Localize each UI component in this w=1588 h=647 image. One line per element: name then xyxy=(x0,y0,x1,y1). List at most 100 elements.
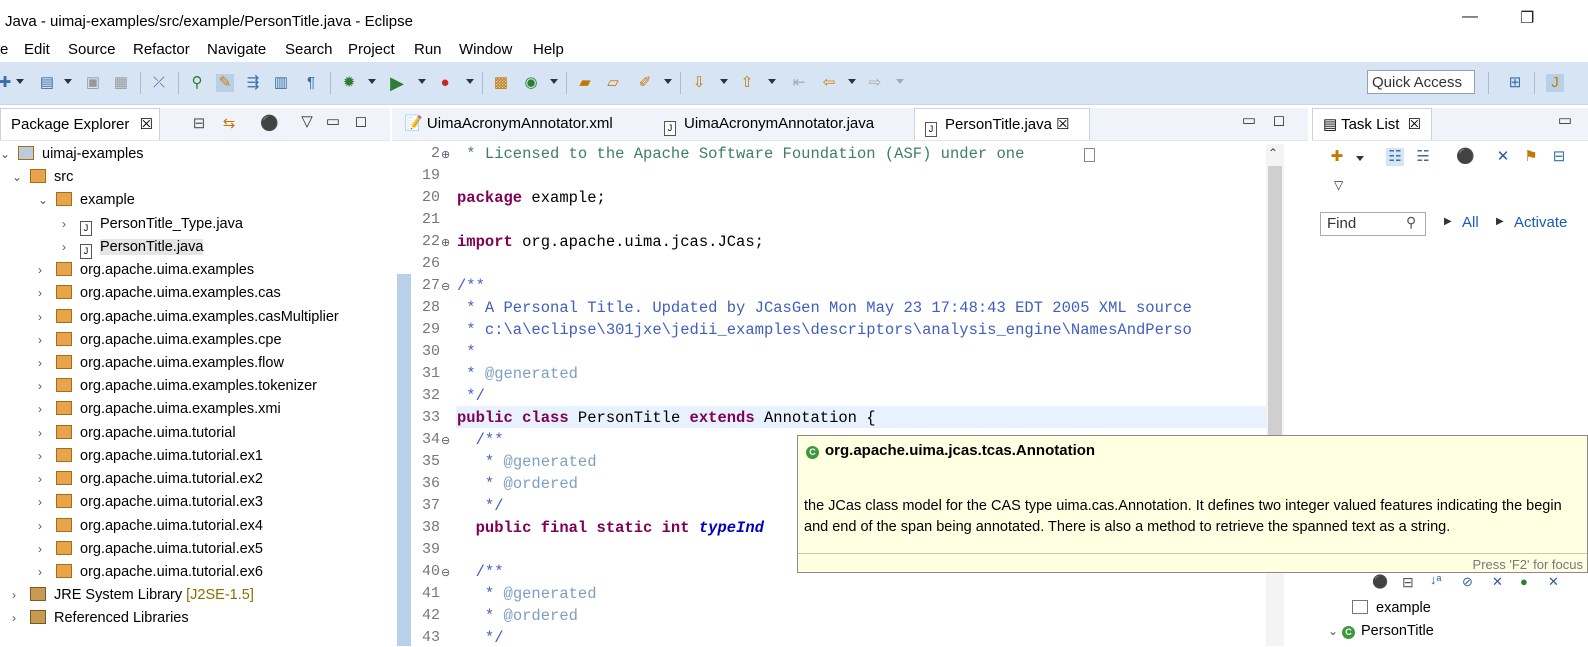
categorized-icon[interactable]: ☷ xyxy=(1386,148,1404,166)
outline-item-package[interactable]: example xyxy=(1352,597,1431,619)
back-icon[interactable]: ⇦ xyxy=(820,74,838,92)
sort-icon[interactable]: ↓ᵃ xyxy=(1430,572,1441,587)
tree-item-package[interactable]: › org.apache.uima.examples.casMultiplier xyxy=(38,306,339,328)
chevron-down-icon[interactable] xyxy=(768,79,776,84)
chevron-down-icon[interactable] xyxy=(550,79,558,84)
tree-item-package[interactable]: › org.apache.uima.tutorial.ex6 xyxy=(38,561,263,583)
tab-package-explorer[interactable]: Package Explorer ☒ xyxy=(0,108,160,140)
save-all-icon[interactable]: ▦ xyxy=(112,74,130,92)
last-edit-icon[interactable]: ⇤ xyxy=(790,74,808,92)
java-perspective-icon[interactable]: J xyxy=(1546,74,1564,92)
hide-completed-icon[interactable]: ✕ xyxy=(1494,148,1512,166)
maximize-view-icon[interactable]: ◻ xyxy=(1270,112,1288,130)
menu-run[interactable]: Run xyxy=(414,41,442,58)
run-icon[interactable]: ▶ xyxy=(388,74,406,92)
chevron-down-icon[interactable] xyxy=(16,79,24,84)
minimize-button[interactable]: — xyxy=(1462,8,1478,26)
link-with-editor-icon[interactable]: ⇆ xyxy=(220,115,238,133)
expand-fold-icon[interactable]: ⊕ xyxy=(441,148,450,161)
tree-item-package[interactable]: › org.apache.uima.tutorial.ex2 xyxy=(38,468,263,490)
pin-icon[interactable]: ⚲ xyxy=(188,74,206,92)
menu-project[interactable]: Project xyxy=(348,41,395,58)
focus-icon[interactable]: ⚑ xyxy=(1522,148,1540,166)
tree-item-package[interactable]: ⌄ example xyxy=(38,189,135,211)
menu-edit[interactable]: Edit xyxy=(24,41,50,58)
chevron-down-icon[interactable] xyxy=(368,79,376,84)
chevron-down-icon[interactable] xyxy=(466,79,474,84)
tree-item-package[interactable]: › org.apache.uima.tutorial.ex3 xyxy=(38,491,263,513)
chevron-down-icon[interactable] xyxy=(720,79,728,84)
skip-breakpoints-icon[interactable]: ⤫ xyxy=(150,74,168,92)
chevron-down-icon[interactable] xyxy=(418,79,426,84)
tree-item-package[interactable]: › org.apache.uima.examples.tokenizer xyxy=(38,375,317,397)
show-whitespace-icon[interactable]: ▥ xyxy=(272,74,290,92)
block-selection-icon[interactable]: ⇶ xyxy=(244,74,262,92)
scheduled-icon[interactable]: ☵ xyxy=(1414,148,1432,166)
menu-refactor[interactable]: Refactor xyxy=(133,41,190,58)
hide-static-icon[interactable]: ✕ xyxy=(1492,574,1503,590)
open-type-icon[interactable]: ▰ xyxy=(576,74,594,92)
collapse-all-icon[interactable]: ⊟ xyxy=(1550,148,1568,166)
chevron-down-icon[interactable] xyxy=(848,79,856,84)
collapse-fold-icon[interactable]: ⊖ xyxy=(441,566,450,579)
hide-fields-icon[interactable]: ⊘ xyxy=(1462,574,1473,590)
paragraph-icon[interactable]: ¶ xyxy=(302,74,320,92)
next-annotation-icon[interactable]: ⇩ xyxy=(690,74,708,92)
activate-link[interactable]: Activate xyxy=(1514,214,1567,231)
new-icon[interactable]: ✚ xyxy=(0,74,14,92)
tree-item-library[interactable]: › JRE System Library [J2SE-1.5] xyxy=(12,584,254,606)
tree-item-project[interactable]: ⌄ uimaj-examples xyxy=(0,143,144,165)
close-icon[interactable]: ☒ xyxy=(1056,116,1069,133)
editor-scrollbar-thumb[interactable] xyxy=(1268,166,1282,466)
chevron-down-icon[interactable] xyxy=(1356,156,1364,161)
menu-file[interactable]: e xyxy=(0,41,8,58)
menu-navigate[interactable]: Navigate xyxy=(207,41,266,58)
save-icon[interactable]: ▣ xyxy=(84,74,102,92)
tab-uima-acronym-xml[interactable]: 📝 UimaAcronymAnnotator.xml xyxy=(400,108,613,140)
collapse-all-icon[interactable]: ⊟ xyxy=(190,115,208,133)
folded-content-marker[interactable] xyxy=(1084,148,1095,162)
expand-fold-icon[interactable]: ⊕ xyxy=(441,236,450,249)
forward-icon[interactable]: ⇨ xyxy=(866,74,884,92)
minimize-view-icon[interactable]: ▭ xyxy=(1556,112,1574,130)
minimize-view-icon[interactable]: ▭ xyxy=(324,113,342,131)
tree-item-src[interactable]: ⌄ src xyxy=(12,166,73,188)
filter-icon[interactable]: ⚫ xyxy=(260,115,279,133)
tree-item-package[interactable]: › org.apache.uima.tutorial.ex1 xyxy=(38,445,263,467)
hide-local-icon[interactable]: ✕ xyxy=(1548,574,1559,590)
view-menu-icon[interactable]: ▽ xyxy=(1334,178,1343,192)
tree-item-package[interactable]: › org.apache.uima.examples xyxy=(38,259,254,281)
outline-filter-icon[interactable]: ⚫ xyxy=(1372,574,1388,590)
javadoc-hover-popup[interactable]: Corg.apache.uima.jcas.tcas.Annotation th… xyxy=(797,435,1588,573)
tree-item-package[interactable]: › org.apache.uima.examples.cas xyxy=(38,282,281,304)
open-task-icon[interactable]: ▱ xyxy=(604,74,622,92)
outline-item-class[interactable]: ⌄ C PersonTitle xyxy=(1328,620,1434,642)
hide-nonpublic-icon[interactable]: ● xyxy=(1520,574,1528,589)
tree-item-package[interactable]: › org.apache.uima.examples.flow xyxy=(38,352,284,374)
tree-item-package[interactable]: › org.apache.uima.examples.cpe xyxy=(38,329,282,351)
tree-item-file-selected[interactable]: › J PersonTitle.java xyxy=(62,236,204,259)
tab-uima-acronym-java[interactable]: J UimaAcronymAnnotator.java xyxy=(660,108,874,140)
menu-search[interactable]: Search xyxy=(285,41,333,58)
debug-icon[interactable]: ✹ xyxy=(340,74,358,92)
new-package-icon[interactable]: ▩ xyxy=(492,74,510,92)
new-project-icon[interactable]: ▤ xyxy=(38,74,56,92)
close-icon[interactable]: ☒ xyxy=(140,116,153,133)
tree-item-package[interactable]: › org.apache.uima.tutorial.ex5 xyxy=(38,538,263,560)
collapse-fold-icon[interactable]: ⊖ xyxy=(441,434,450,447)
open-perspective-icon[interactable]: ⊞ xyxy=(1506,74,1524,92)
outline-collapse-icon[interactable]: ⊟ xyxy=(1402,574,1414,591)
new-class-icon[interactable]: ◉ xyxy=(522,74,540,92)
restore-button[interactable]: ❐ xyxy=(1520,8,1534,28)
new-task-icon[interactable]: ✚ xyxy=(1328,148,1346,166)
all-link[interactable]: All xyxy=(1462,214,1479,231)
chevron-down-icon[interactable] xyxy=(896,79,904,84)
menu-help[interactable]: Help xyxy=(533,41,564,58)
external-tools-icon[interactable]: ● xyxy=(436,74,454,92)
maximize-view-icon[interactable]: ◻ xyxy=(352,113,370,131)
view-menu-icon[interactable]: ▽ xyxy=(298,113,316,131)
previous-annotation-icon[interactable]: ⇧ xyxy=(738,74,756,92)
mark-occurrences-icon[interactable]: ✎ xyxy=(216,74,234,92)
quick-access-input[interactable]: Quick Access xyxy=(1367,70,1475,94)
close-icon[interactable]: ☒ xyxy=(1408,116,1421,133)
